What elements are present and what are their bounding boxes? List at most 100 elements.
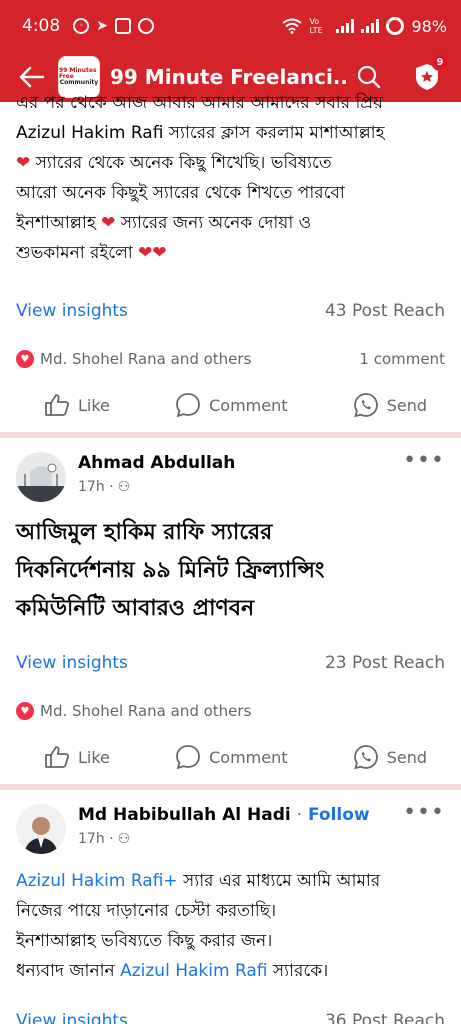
post-text: স্যারকে।: [267, 961, 329, 981]
author-avatar[interactable]: [16, 452, 66, 502]
comment-count[interactable]: 1 comment: [359, 350, 445, 368]
hearts-emoji: ❤❤: [138, 243, 167, 263]
like-button[interactable]: Like: [44, 393, 110, 417]
post-text-line: ধন্যবাদ জানান Azizul Hakim Rafi স্যারকে।: [16, 956, 445, 986]
feed: এর পর থেকে আজ আবার আমার আমাদের সবার প্রি…: [0, 93, 461, 1024]
post-header: Ahmad Abdullah 17h · ⚇ •••: [0, 438, 461, 502]
group-logo-text-2: Community: [59, 79, 99, 87]
whatsapp-icon: [353, 745, 378, 770]
reactions-summary[interactable]: ♥ Md. Shohel Rana and others: [16, 702, 251, 720]
post-text: ইনশাআল্লাহ: [16, 213, 96, 233]
like-label: Like: [78, 747, 110, 767]
whatsapp-icon: [353, 393, 378, 418]
post-reach: 43 Post Reach: [324, 301, 445, 321]
group-title[interactable]: 99 Minute Freelanci...: [110, 65, 349, 89]
reactions-row: ♥ Md. Shohel Rana and others 1 comment: [0, 344, 461, 374]
post-text-line: ইনশাআল্লাহ ❤ স্যারের জন্য অনেক দোয়া ও: [16, 208, 445, 238]
send-button[interactable]: Send: [353, 744, 427, 770]
search-icon: [357, 65, 381, 89]
reactions-text: Md. Shohel Rana and others: [40, 350, 252, 368]
avatar-image: [16, 804, 66, 854]
mention-link[interactable]: Azizul Hakim Rafi স্যারের ক্লাস করলাম মা…: [16, 123, 385, 143]
signal-icon-1: [336, 19, 355, 33]
love-reaction-icon: ♥: [16, 350, 34, 368]
post-text-line: দিকনির্দেশনায় ৯৯ মিনিট ফ্রিল্যান্সিং: [16, 558, 325, 583]
view-insights-link[interactable]: View insights: [16, 301, 128, 321]
post-reach: 23 Post Reach: [324, 653, 445, 673]
comment-label: Comment: [209, 747, 288, 767]
post-meta: 17h · ⚇: [78, 479, 403, 495]
post-text-line: আজিমুল হাকিম রাফি স্যারের: [16, 520, 273, 545]
battery-icon: [386, 17, 405, 35]
post-actions: Like Comment Send: [0, 382, 461, 428]
heart-emoji: ❤: [16, 153, 31, 173]
author-name[interactable]: Ahmad Abdullah: [78, 452, 403, 474]
telegram-icon: ➤: [96, 18, 108, 34]
like-label: Like: [78, 395, 110, 415]
privacy-icon: ⚇: [117, 479, 131, 495]
like-button[interactable]: Like: [44, 745, 110, 769]
insights-row: View insights 23 Post Reach: [0, 646, 461, 680]
post-text: স্যার এর মাধ্যমে আমি আমার: [177, 871, 381, 891]
notification-badge: 9: [431, 53, 449, 71]
status-left: 4:08 ◦ ➤: [22, 16, 154, 36]
back-arrow-icon: [19, 66, 45, 88]
heart-emoji: ❤: [101, 213, 116, 233]
post-body: Azizul Hakim Rafi+ স্যার এর মাধ্যমে আমি …: [0, 866, 461, 986]
comment-label: Comment: [209, 395, 288, 415]
post-text-line: Azizul Hakim Rafi স্যারের ক্লাস করলাম মা…: [16, 118, 445, 148]
like-icon: [45, 746, 70, 768]
post-1: এর পর থেকে আজ আবার আমার আমাদের সবার প্রি…: [0, 88, 461, 438]
mention-link[interactable]: Azizul Hakim Rafi: [120, 961, 267, 981]
comment-icon: [176, 393, 201, 418]
view-insights-link[interactable]: View insights: [16, 1011, 128, 1024]
author-info: Md Habibullah Al Hadi · Follow 17h · ⚇: [78, 804, 403, 847]
author-avatar[interactable]: [16, 804, 66, 854]
app-header: 4:08 ◦ ➤ Vo LTE 98% 99 Minutes Free Comm…: [0, 0, 461, 102]
post-text: শুভকামনা রইলো: [16, 243, 133, 263]
privacy-icon: ⚇: [117, 831, 131, 847]
comment-button[interactable]: Comment: [175, 744, 288, 770]
love-reaction-icon: ♥: [16, 702, 34, 720]
author-name[interactable]: Md Habibullah Al Hadi: [78, 805, 291, 825]
alarm-icon: [137, 18, 154, 34]
status-time: 4:08: [22, 16, 61, 36]
post-header: Md Habibullah Al Hadi · Follow 17h · ⚇ ••…: [0, 790, 461, 854]
wifi-icon: [282, 18, 303, 34]
post-text-line: আরো অনেক কিছুই স্যারের থেকে শিখতে পারবো: [16, 183, 345, 203]
messenger-icon: ◦: [73, 18, 90, 34]
follow-button[interactable]: Follow: [308, 805, 370, 825]
mention-link[interactable]: Azizul Hakim Rafi+: [16, 871, 178, 891]
view-insights-link[interactable]: View insights: [16, 653, 128, 673]
reactions-text: Md. Shohel Rana and others: [40, 702, 252, 720]
post-body: আজিমুল হাকিম রাফি স্যারের দিকনির্দেশনায়…: [0, 514, 461, 628]
like-icon: [45, 394, 70, 416]
post-2: Ahmad Abdullah 17h · ⚇ ••• আজিমুল হাকিম র…: [0, 438, 461, 790]
author-info: Ahmad Abdullah 17h · ⚇: [78, 452, 403, 495]
avatar-image: [16, 452, 66, 502]
post-body: এর পর থেকে আজ আবার আমার আমাদের সবার প্রি…: [0, 88, 461, 268]
more-options-button[interactable]: •••: [403, 450, 445, 472]
reactions-row: ♥ Md. Shohel Rana and others: [0, 696, 461, 726]
post-3: Md Habibullah Al Hadi · Follow 17h · ⚇ ••…: [0, 790, 461, 1024]
post-text-line: Azizul Hakim Rafi+ স্যার এর মাধ্যমে আমি …: [16, 866, 445, 896]
author-name-row: Md Habibullah Al Hadi · Follow: [78, 804, 403, 826]
send-button[interactable]: Send: [353, 392, 427, 418]
follow-separator: ·: [296, 805, 303, 825]
post-time[interactable]: 17h ·: [78, 831, 114, 847]
post-meta: 17h · ⚇: [78, 831, 403, 847]
post-text-line: এর পর থেকে আজ আবার আমার আমাদের সবার প্রি…: [16, 93, 384, 113]
post-actions: Like Comment Send: [0, 734, 461, 780]
post-time[interactable]: 17h ·: [78, 479, 114, 495]
signal-icon-2: [361, 19, 380, 33]
reactions-summary[interactable]: ♥ Md. Shohel Rana and others: [16, 350, 251, 368]
post-text-line: কমিউনিটি আবারও প্রাণবন: [16, 596, 255, 621]
post-text-line: শুভকামনা রইলো ❤❤: [16, 238, 445, 268]
app-icon: [114, 18, 131, 34]
send-label: Send: [386, 747, 427, 767]
post-text: স্যারের জন্য অনেক দোয়া ও: [120, 213, 312, 233]
post-text: স্যারের থেকে অনেক কিছু শিখেছি। ভবিষ্যতে: [35, 153, 332, 173]
comment-button[interactable]: Comment: [175, 392, 288, 418]
more-options-button[interactable]: •••: [403, 802, 445, 824]
post-text: ধন্যবাদ জানান: [16, 961, 121, 981]
